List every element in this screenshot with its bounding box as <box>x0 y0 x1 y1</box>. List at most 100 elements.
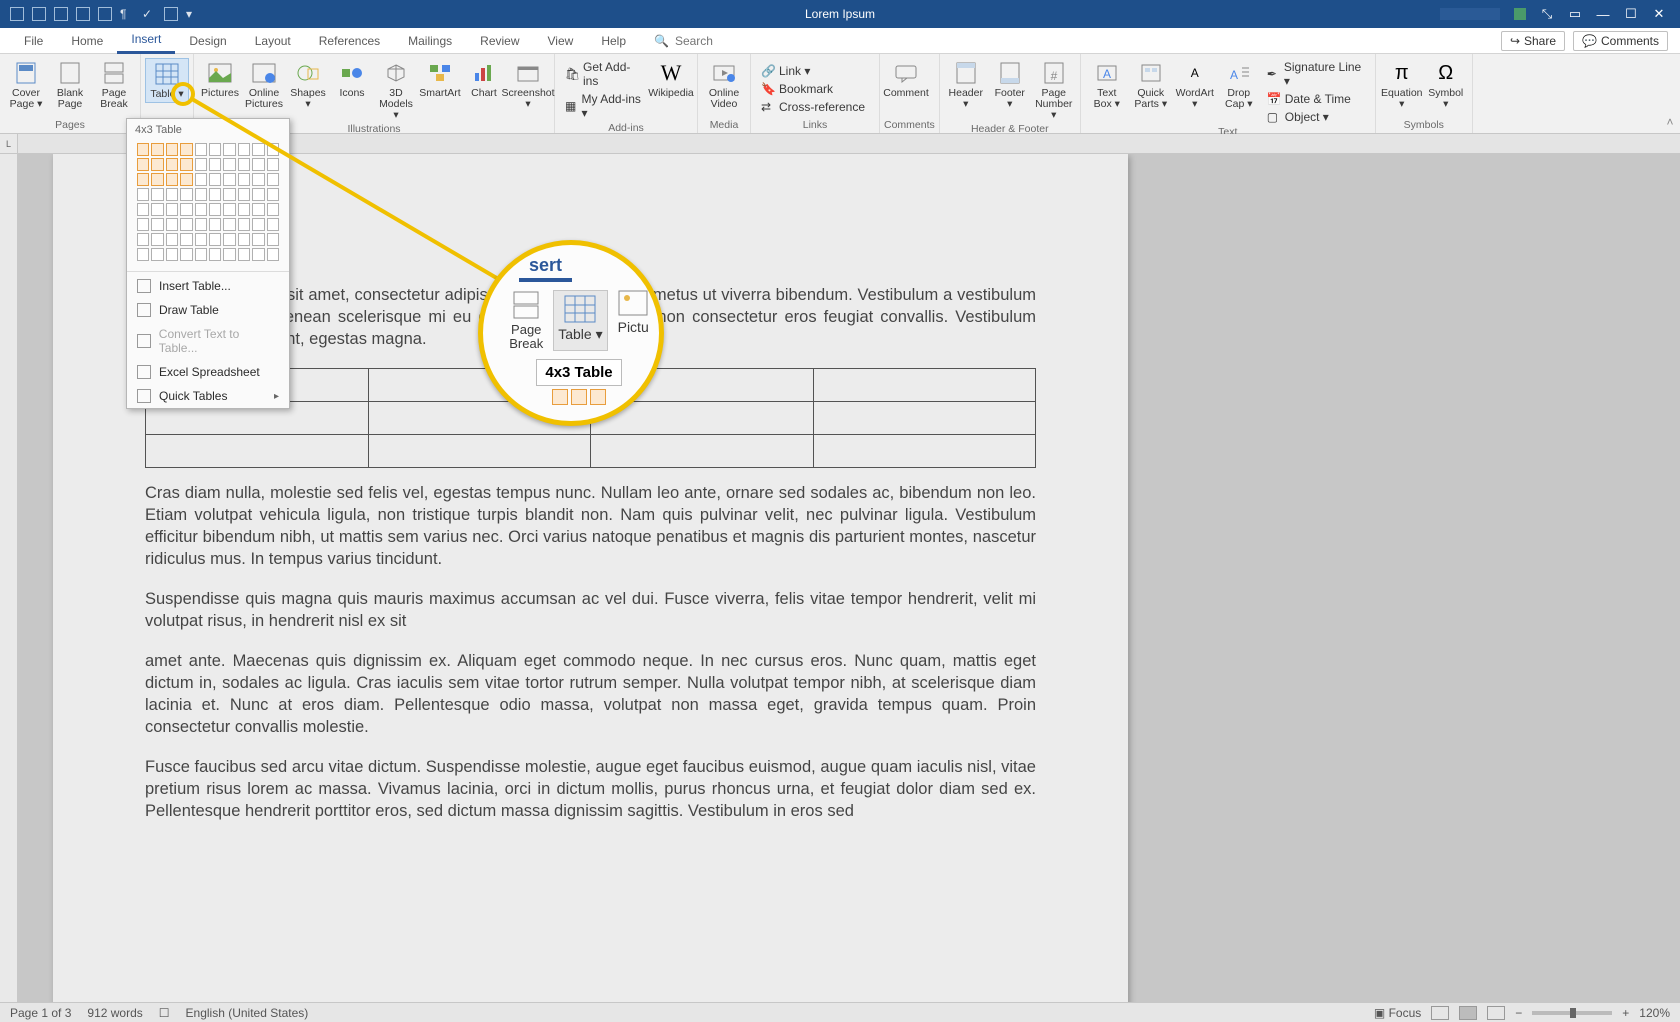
3d-models-button[interactable]: 3D Models ▾ <box>374 58 418 123</box>
grid-cell[interactable] <box>180 218 192 231</box>
grid-cell[interactable] <box>223 248 235 261</box>
grid-cell[interactable] <box>137 218 149 231</box>
bookmark-button[interactable]: 🔖Bookmark <box>755 80 875 98</box>
grid-cell[interactable] <box>209 248 221 261</box>
tab-references[interactable]: References <box>305 28 394 54</box>
grid-cell[interactable] <box>209 218 221 231</box>
shapes-button[interactable]: Shapes ▾ <box>286 58 330 112</box>
qat-icon[interactable] <box>32 7 46 21</box>
grid-cell[interactable] <box>267 218 279 231</box>
grid-cell[interactable] <box>209 143 221 156</box>
grid-cell[interactable] <box>252 203 264 216</box>
qat-icon[interactable] <box>76 7 90 21</box>
grid-cell[interactable] <box>151 218 163 231</box>
grid-cell[interactable] <box>180 158 192 171</box>
equation-button[interactable]: πEquation ▾ <box>1380 58 1424 112</box>
wordart-button[interactable]: AWordArt ▾ <box>1173 58 1217 112</box>
grid-cell[interactable] <box>137 173 149 186</box>
chart-button[interactable]: Chart <box>462 58 506 101</box>
tab-mailings[interactable]: Mailings <box>394 28 466 54</box>
link-button[interactable]: 🔗Link ▾ <box>755 62 875 80</box>
cross-reference-button[interactable]: ⇄Cross-reference <box>755 98 875 116</box>
tab-home[interactable]: Home <box>57 28 117 54</box>
grid-cell[interactable] <box>252 143 264 156</box>
grid-cell[interactable] <box>166 203 178 216</box>
grid-cell[interactable] <box>223 203 235 216</box>
grid-cell[interactable] <box>151 233 163 246</box>
grid-cell[interactable] <box>223 158 235 171</box>
pictures-button[interactable]: Pictures <box>198 58 242 101</box>
grid-cell[interactable] <box>195 248 207 261</box>
search-input[interactable] <box>675 34 755 48</box>
grid-cell[interactable] <box>151 173 163 186</box>
get-addins-button[interactable]: 🛍Get Add-ins <box>559 58 649 90</box>
grid-cell[interactable] <box>209 173 221 186</box>
tab-help[interactable]: Help <box>587 28 640 54</box>
grid-cell[interactable] <box>238 158 250 171</box>
grid-cell[interactable] <box>238 248 250 261</box>
grid-cell[interactable] <box>267 188 279 201</box>
grid-cell[interactable] <box>151 203 163 216</box>
grid-cell[interactable] <box>267 143 279 156</box>
grid-cell[interactable] <box>137 248 149 261</box>
proofing-icon[interactable]: ☐ <box>159 1006 170 1020</box>
quick-tables-menuitem[interactable]: Quick Tables▸ <box>127 384 289 408</box>
grid-cell[interactable] <box>252 248 264 261</box>
tab-review[interactable]: Review <box>466 28 533 54</box>
grid-cell[interactable] <box>166 218 178 231</box>
text-box-button[interactable]: AText Box ▾ <box>1085 58 1129 112</box>
account-area[interactable] <box>1440 8 1500 20</box>
draw-table-menuitem[interactable]: Draw Table <box>127 298 289 322</box>
grid-cell[interactable] <box>252 158 264 171</box>
grid-cell[interactable] <box>209 203 221 216</box>
grid-cell[interactable] <box>151 188 163 201</box>
grid-cell[interactable] <box>151 248 163 261</box>
ribbon-options-icon[interactable]: ⤡ <box>1540 7 1554 21</box>
date-time-button[interactable]: 📅Date & Time <box>1261 90 1371 108</box>
online-pictures-button[interactable]: Online Pictures <box>242 58 286 112</box>
grid-cell[interactable] <box>209 233 221 246</box>
zoom-out-button[interactable]: − <box>1515 1006 1522 1020</box>
qat-icon[interactable] <box>98 7 112 21</box>
collapse-ribbon-icon[interactable]: ˄ <box>1660 54 1680 133</box>
minimize-icon[interactable]: ― <box>1596 7 1610 21</box>
grid-cell[interactable] <box>195 158 207 171</box>
table-button[interactable]: Table ▾ <box>145 58 189 103</box>
ruler-corner[interactable]: L <box>0 134 18 153</box>
excel-spreadsheet-menuitem[interactable]: Excel Spreadsheet <box>127 360 289 384</box>
grid-cell[interactable] <box>252 233 264 246</box>
icons-button[interactable]: Icons <box>330 58 374 101</box>
qat-dropdown-icon[interactable]: ▾ <box>186 7 200 21</box>
zoom-in-button[interactable]: + <box>1622 1006 1629 1020</box>
grid-cell[interactable] <box>166 248 178 261</box>
language-status[interactable]: English (United States) <box>186 1006 309 1020</box>
my-addins-button[interactable]: ▦My Add-ins ▾ <box>559 90 649 122</box>
qat-icon[interactable]: ¶ <box>120 7 134 21</box>
screenshot-button[interactable]: Screenshot ▾ <box>506 58 550 112</box>
tab-insert[interactable]: Insert <box>117 28 175 54</box>
grid-cell[interactable] <box>252 188 264 201</box>
wikipedia-button[interactable]: WWikipedia <box>649 58 693 101</box>
grid-cell[interactable] <box>137 158 149 171</box>
grid-cell[interactable] <box>267 203 279 216</box>
grid-cell[interactable] <box>238 233 250 246</box>
grid-cell[interactable] <box>166 158 178 171</box>
page-count[interactable]: Page 1 of 3 <box>10 1006 71 1020</box>
object-button[interactable]: ▢Object ▾ <box>1261 108 1371 126</box>
grid-cell[interactable] <box>267 173 279 186</box>
online-video-button[interactable]: Online Video <box>702 58 746 112</box>
close-icon[interactable]: ✕ <box>1652 7 1666 21</box>
grid-cell[interactable] <box>238 143 250 156</box>
grid-cell[interactable] <box>137 143 149 156</box>
grid-cell[interactable] <box>267 158 279 171</box>
zoom-slider[interactable] <box>1532 1011 1612 1015</box>
web-layout-button[interactable] <box>1487 1006 1505 1020</box>
maximize-icon[interactable]: ☐ <box>1624 7 1638 21</box>
grid-cell[interactable] <box>137 233 149 246</box>
grid-cell[interactable] <box>209 158 221 171</box>
comment-button[interactable]: Comment <box>884 58 928 101</box>
grid-cell[interactable] <box>166 188 178 201</box>
tab-view[interactable]: View <box>534 28 588 54</box>
grid-cell[interactable] <box>238 188 250 201</box>
quick-parts-button[interactable]: Quick Parts ▾ <box>1129 58 1173 112</box>
